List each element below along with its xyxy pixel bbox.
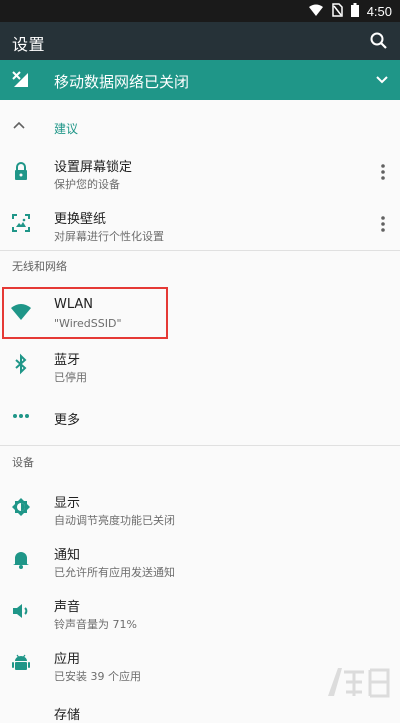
suggestion-screen-lock[interactable]: 设置屏幕锁定 保护您的设备 — [0, 146, 400, 198]
setting-display[interactable]: 显示 自动调节亮度功能已关闭 — [0, 482, 400, 534]
setting-subtitle: 已安装 39 个应用 — [54, 670, 141, 683]
volume-icon — [10, 600, 32, 622]
app-bar: 设置 — [0, 22, 400, 60]
chevron-down-icon[interactable] — [374, 71, 390, 91]
suggestion-title: 更换壁纸 — [54, 212, 107, 227]
android-icon — [10, 652, 32, 674]
mobile-data-off-icon — [12, 71, 30, 93]
suggestion-wallpaper[interactable]: 更换壁纸 对屏幕进行个性化设置 — [0, 198, 400, 250]
suggestions-header[interactable]: 建议 — [0, 100, 400, 146]
more-horiz-icon — [10, 405, 32, 427]
divider — [0, 250, 400, 251]
suggestion-subtitle: 对屏幕进行个性化设置 — [54, 230, 164, 243]
suggestions-label: 建议 — [54, 122, 79, 136]
more-vert-icon[interactable] — [376, 161, 390, 183]
mobile-data-off-banner[interactable]: 移动数据网络已关闭 — [0, 60, 400, 100]
setting-storage-peek[interactable]: 存储 — [54, 704, 80, 723]
search-button[interactable] — [368, 30, 390, 52]
section-header-device: 设备 — [12, 456, 34, 469]
section-header-wireless: 无线和网络 — [12, 260, 67, 273]
setting-title: 显示 — [54, 496, 81, 511]
setting-subtitle: 自动调节亮度功能已关闭 — [54, 514, 175, 527]
lock-icon — [10, 160, 32, 182]
setting-title: 声音 — [54, 600, 81, 615]
setting-title: 通知 — [54, 548, 81, 563]
wifi-status-icon — [308, 4, 323, 19]
more-vert-icon[interactable] — [376, 213, 390, 235]
highlight-box — [2, 287, 168, 339]
setting-subtitle: 已停用 — [54, 371, 87, 384]
site-watermark-logo — [324, 662, 394, 706]
brightness-icon — [10, 496, 32, 518]
setting-more[interactable]: 更多 — [0, 391, 400, 443]
setting-title: 蓝牙 — [54, 353, 81, 368]
banner-text: 移动数据网络已关闭 — [54, 73, 190, 91]
search-icon — [370, 32, 387, 49]
setting-subtitle: 已允许所有应用发送通知 — [54, 566, 175, 579]
status-time: 4:50 — [366, 3, 392, 19]
page-title: 设置 — [12, 35, 46, 54]
status-icons: 4:50 — [308, 0, 392, 22]
suggestion-subtitle: 保护您的设备 — [54, 178, 120, 191]
setting-bluetooth[interactable]: 蓝牙 已停用 — [0, 339, 400, 391]
status-bar: 4:50 — [0, 0, 400, 22]
setting-subtitle: 铃声音量为 71% — [54, 618, 137, 631]
battery-icon — [350, 2, 359, 20]
setting-title: 更多 — [54, 413, 81, 428]
wallpaper-icon — [10, 212, 32, 234]
chevron-up-icon — [12, 117, 26, 136]
suggestion-title: 设置屏幕锁定 — [54, 160, 133, 175]
setting-notifications[interactable]: 通知 已允许所有应用发送通知 — [0, 534, 400, 586]
bell-icon — [10, 548, 32, 570]
divider — [0, 445, 400, 446]
no-sim-icon — [331, 2, 343, 20]
setting-sound[interactable]: 声音 铃声音量为 71% — [0, 586, 400, 638]
setting-title: 应用 — [54, 652, 81, 667]
bluetooth-icon — [10, 353, 32, 375]
